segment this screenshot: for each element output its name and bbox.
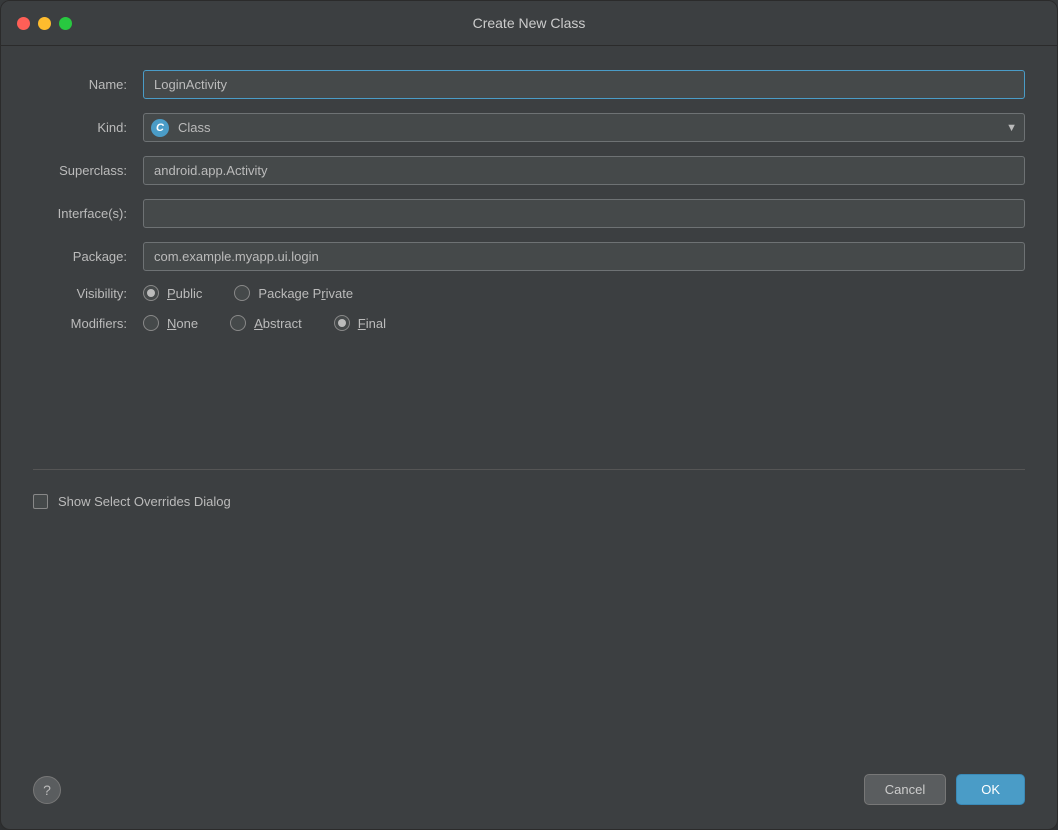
superclass-row: Superclass:: [33, 156, 1025, 185]
modifiers-group: None Abstract Final: [143, 315, 1025, 331]
footer: ? Cancel OK: [1, 758, 1057, 829]
modifier-none-item[interactable]: None: [143, 315, 198, 331]
divider: [33, 469, 1025, 470]
create-new-class-dialog: Create New Class Name: Kind: C Class Int…: [0, 0, 1058, 830]
visibility-package-private-item[interactable]: Package Private: [234, 285, 353, 301]
kind-select-wrapper: C Class Interface Enum Annotation ▼: [143, 113, 1025, 142]
visibility-package-private-radio[interactable]: [234, 285, 250, 301]
visibility-public-item[interactable]: Public: [143, 285, 202, 301]
package-row: Package:: [33, 242, 1025, 271]
visibility-public-label: Public: [167, 286, 202, 301]
name-input[interactable]: [143, 70, 1025, 99]
modifier-none-label: None: [167, 316, 198, 331]
visibility-public-radio[interactable]: [143, 285, 159, 301]
visibility-group: Public Package Private: [143, 285, 1025, 301]
visibility-package-private-label: Package Private: [258, 286, 353, 301]
modifier-final-item[interactable]: Final: [334, 315, 386, 331]
close-button[interactable]: [17, 17, 30, 30]
package-input[interactable]: [143, 242, 1025, 271]
show-overrides-row: Show Select Overrides Dialog: [33, 494, 1025, 509]
show-overrides-checkbox[interactable]: [33, 494, 48, 509]
interfaces-label: Interface(s):: [33, 206, 143, 221]
cancel-button[interactable]: Cancel: [864, 774, 946, 805]
modifiers-label: Modifiers:: [33, 316, 143, 331]
help-button[interactable]: ?: [33, 776, 61, 804]
ok-button[interactable]: OK: [956, 774, 1025, 805]
minimize-button[interactable]: [38, 17, 51, 30]
modifier-abstract-label: Abstract: [254, 316, 302, 331]
modifier-final-label: Final: [358, 316, 386, 331]
visibility-row: Visibility: Public Package Private: [33, 285, 1025, 301]
superclass-label: Superclass:: [33, 163, 143, 178]
kind-select[interactable]: Class Interface Enum Annotation: [143, 113, 1025, 142]
interfaces-input[interactable]: [143, 199, 1025, 228]
dialog-body: Name: Kind: C Class Interface Enum Annot…: [1, 46, 1057, 758]
name-label: Name:: [33, 77, 143, 92]
modifier-abstract-radio[interactable]: [230, 315, 246, 331]
window-controls: [17, 17, 72, 30]
show-overrides-label: Show Select Overrides Dialog: [58, 494, 231, 509]
kind-row: Kind: C Class Interface Enum Annotation …: [33, 113, 1025, 142]
name-row: Name:: [33, 70, 1025, 99]
package-label: Package:: [33, 249, 143, 264]
modifiers-row: Modifiers: None Abstract Final: [33, 315, 1025, 331]
interfaces-row: Interface(s):: [33, 199, 1025, 228]
dialog-title: Create New Class: [473, 15, 586, 31]
kind-label: Kind:: [33, 120, 143, 135]
title-bar: Create New Class: [1, 1, 1057, 46]
footer-buttons: Cancel OK: [864, 774, 1025, 805]
superclass-input[interactable]: [143, 156, 1025, 185]
modifier-final-radio[interactable]: [334, 315, 350, 331]
maximize-button[interactable]: [59, 17, 72, 30]
modifier-none-radio[interactable]: [143, 315, 159, 331]
visibility-label: Visibility:: [33, 286, 143, 301]
modifier-abstract-item[interactable]: Abstract: [230, 315, 302, 331]
